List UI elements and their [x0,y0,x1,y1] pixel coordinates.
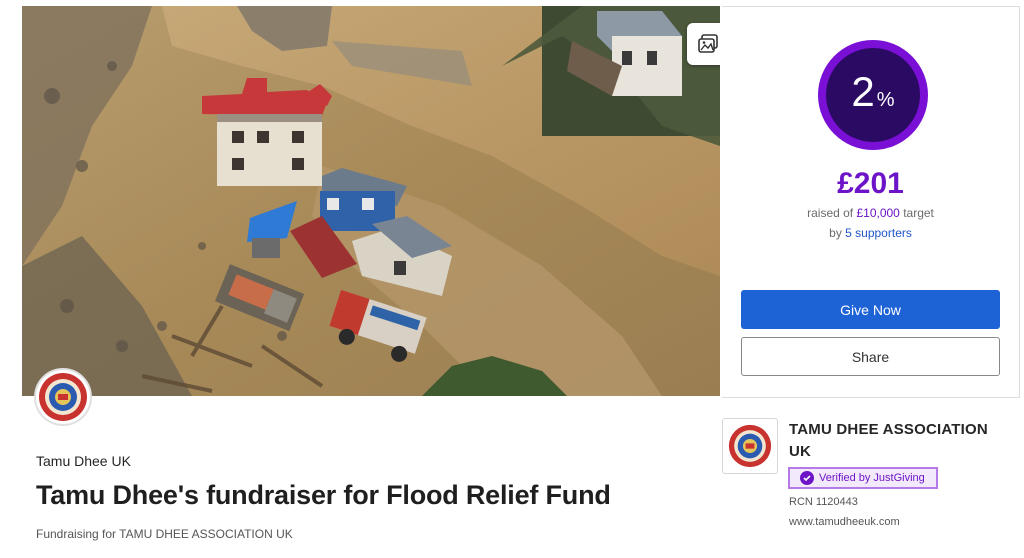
target-amount: £10,000 [856,206,900,220]
progress-percent-value: 2 [851,68,875,115]
gallery-button[interactable] [687,23,720,65]
amount-raised: £201 [837,167,904,200]
donation-panel: 2 % £201 raised of £10,000 target by 5 s… [722,6,1020,398]
share-button[interactable]: Share [741,337,1000,376]
verified-text: Verified by JustGiving [819,472,925,484]
charity-registration-number: RCN 1120443 [789,496,858,508]
supporters-link[interactable]: 5 supporters [845,226,912,240]
tamu-dhee-charity-logo [728,424,772,468]
page-title: Tamu Dhee's fundraiser for Flood Relief … [36,480,611,510]
charity-name[interactable]: TAMU DHEE ASSOCIATION UK [789,419,1014,463]
charity-logo[interactable] [722,418,778,474]
by-text: by [829,226,846,240]
tamu-dhee-logo [39,373,87,421]
organizer-name[interactable]: Tamu Dhee UK [36,453,131,469]
progress-ring-center: 2 % [826,48,920,142]
organizer-avatar[interactable] [34,368,92,426]
target-suffix-text: target [899,206,934,220]
verified-check-icon [800,471,814,485]
fundraising-for-text: Fundraising for TAMU DHEE ASSOCIATION UK [36,527,293,541]
progress-ring: 2 % [818,40,928,150]
supporters-line: by 5 supporters [722,226,1019,240]
charity-website[interactable]: www.tamudheeuk.com [789,516,900,528]
verified-badge: Verified by JustGiving [788,467,938,489]
raised-of-text: raised of [807,206,857,220]
image-gallery-icon [698,34,718,53]
target-line: raised of £10,000 target [722,206,1019,220]
hero-photo [22,6,720,396]
give-now-button[interactable]: Give Now [741,290,1000,329]
progress-percent-sign: % [876,89,895,111]
flood-scene-image [22,6,720,396]
